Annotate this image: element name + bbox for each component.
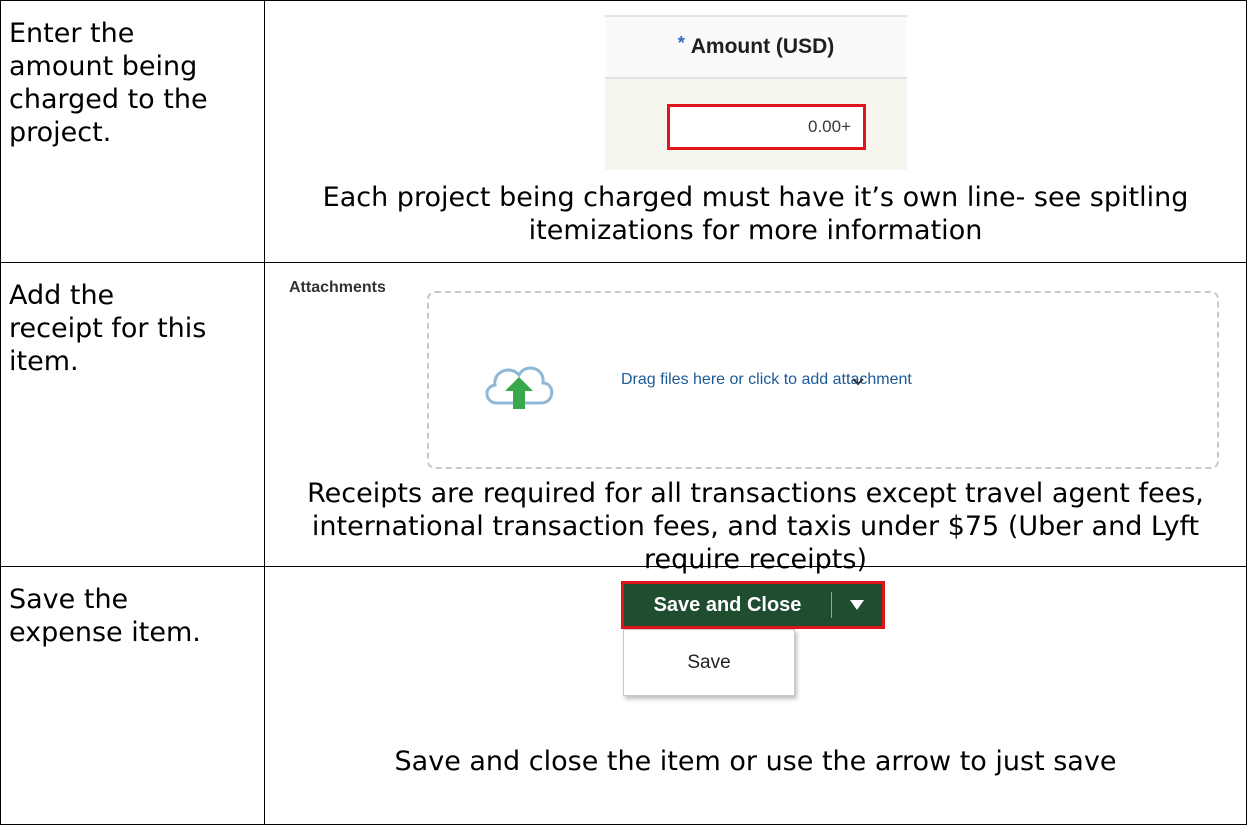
- step-cell: Enter the amount being charged to the pr…: [0, 0, 265, 263]
- save-dropdown-button[interactable]: [832, 584, 882, 626]
- attachments-label: Attachments: [289, 279, 386, 296]
- step-cell: Add the receipt for this item.: [0, 262, 265, 567]
- table-row: Enter the amount being charged to the pr…: [0, 0, 1247, 263]
- attachment-dropzone[interactable]: Drag files here or click to add attachme…: [427, 291, 1219, 469]
- caption: Each project being charged must have it’…: [322, 182, 1189, 246]
- table-row: Add the receipt for this item. Attachmen…: [0, 262, 1247, 575]
- dropzone-text[interactable]: Drag files here or click to add attachme…: [621, 371, 912, 389]
- table-row: Save the expense item. Save and Close Sa…: [0, 566, 1247, 825]
- save-and-close-button[interactable]: Save and Close: [624, 584, 831, 626]
- step-cell: Save the expense item.: [0, 566, 265, 825]
- amount-column-header: * Amount (USD): [605, 15, 907, 79]
- amount-header-label: Amount (USD): [690, 35, 835, 58]
- required-indicator: *: [677, 32, 685, 53]
- save-menu-item[interactable]: Save: [623, 629, 795, 696]
- chevron-down-icon[interactable]: [851, 377, 865, 387]
- step-text: Save the expense item.: [9, 584, 201, 648]
- caption: Receipts are required for all transactio…: [307, 478, 1204, 575]
- amount-field-screenshot: * Amount (USD): [605, 15, 907, 170]
- caption: Save and close the item or use the arrow…: [394, 746, 1117, 777]
- cloud-upload-icon: [485, 366, 554, 409]
- content-cell: Save and Close Save Save and close the i…: [264, 566, 1247, 825]
- save-split-button: Save and Close: [621, 581, 885, 629]
- step-text: Add the receipt for this item.: [9, 280, 207, 377]
- content-cell: * Amount (USD) Each project being charge…: [264, 0, 1247, 263]
- step-text: Enter the amount being charged to the pr…: [9, 18, 208, 148]
- caret-down-icon: [850, 600, 864, 610]
- content-cell: Attachments Drag files here or click to …: [264, 262, 1247, 575]
- instructions-table: Enter the amount being charged to the pr…: [0, 0, 1247, 825]
- amount-input[interactable]: [667, 104, 866, 150]
